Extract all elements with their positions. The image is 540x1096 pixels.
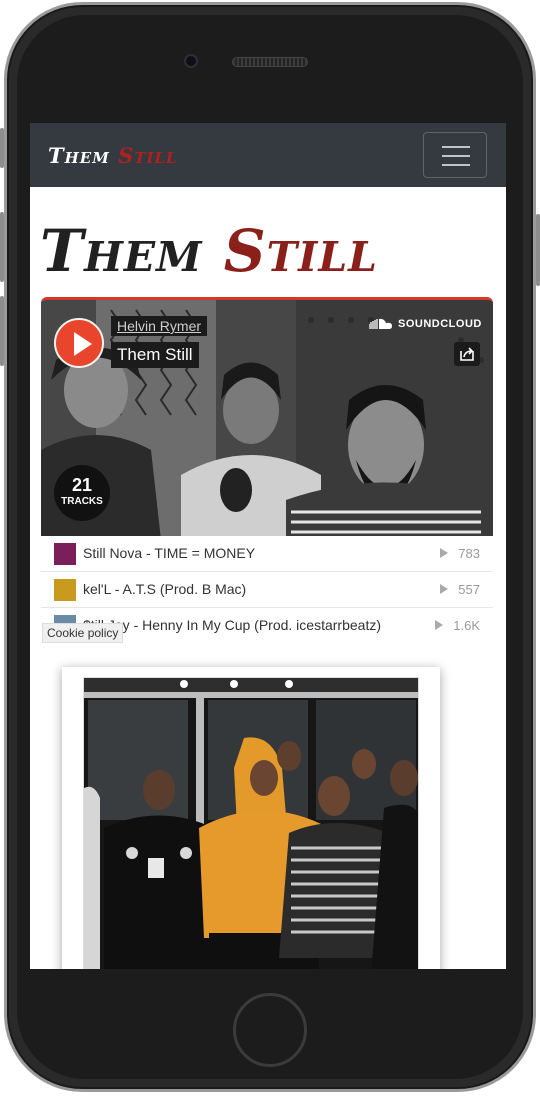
track-count-label: TRACKS [61,496,103,507]
playlist-artwork: Helvin Rymer Them Still SOUNDCLOUD 21 TR… [41,300,493,536]
earpiece-speaker [232,57,308,67]
play-count-icon [435,620,444,630]
group-photo-image [84,678,418,969]
navbar: Them Still [30,123,506,187]
volume-down-button [0,296,4,366]
play-count-value: 557 [458,582,480,597]
play-button[interactable] [54,318,104,368]
screen: Them Still Them Still Helvin Rymer Them … [30,123,506,969]
play-count-icon [440,584,449,594]
track-count-badge: 21 TRACKS [54,465,110,521]
play-count-icon [440,548,449,558]
share-icon [460,347,474,361]
hamburger-icon [442,146,470,148]
track-play-count: 1.6K [435,618,480,633]
page-title: Them Still [40,215,378,287]
brand-word-still: Still [118,143,178,168]
track-count: 21 [71,475,93,495]
track-thumbnail [54,543,76,565]
soundcloud-logo-text: SOUNDCLOUD [398,318,482,330]
track-title: $till Jay - Henny In My Cup (Prod. icest… [83,617,381,633]
navbar-brand[interactable]: Them Still [48,143,178,168]
track-row[interactable]: kel'L - A.T.S (Prod. B Mac) 557 [41,572,493,608]
playlist-title[interactable]: Them Still [111,342,199,368]
front-camera [184,54,198,68]
volume-up-button [0,212,4,282]
mute-switch [0,128,4,168]
track-title: kel'L - A.T.S (Prod. B Mac) [83,581,247,597]
title-word-them: Them [40,217,203,285]
brand-word-them: Them [48,143,110,168]
play-icon [74,332,92,356]
title-word-still: Still [223,217,378,285]
play-count-value: 1.6K [453,618,480,633]
track-play-count: 783 [440,546,480,561]
play-count-value: 783 [458,546,480,561]
power-button [536,214,540,286]
group-photo [83,677,419,969]
hamburger-icon-line [442,164,470,166]
menu-toggle-button[interactable] [423,132,487,178]
share-button[interactable] [454,342,480,366]
artist-link[interactable]: Helvin Rymer [111,316,208,336]
group-photo-card [62,667,440,969]
soundcloud-cloud-icon [369,318,392,329]
soundcloud-player: Helvin Rymer Them Still SOUNDCLOUD 21 TR… [41,297,493,640]
track-title: Still Nova - TIME = MONEY [83,545,256,561]
track-thumbnail [54,579,76,601]
track-row[interactable]: Still Nova - TIME = MONEY 783 [41,536,493,572]
home-button[interactable] [233,993,307,1067]
hamburger-icon-line [442,155,470,157]
cookie-policy-link[interactable]: Cookie policy [42,623,124,643]
track-play-count: 557 [440,582,480,597]
soundcloud-logo[interactable]: SOUNDCLOUD [369,318,482,330]
